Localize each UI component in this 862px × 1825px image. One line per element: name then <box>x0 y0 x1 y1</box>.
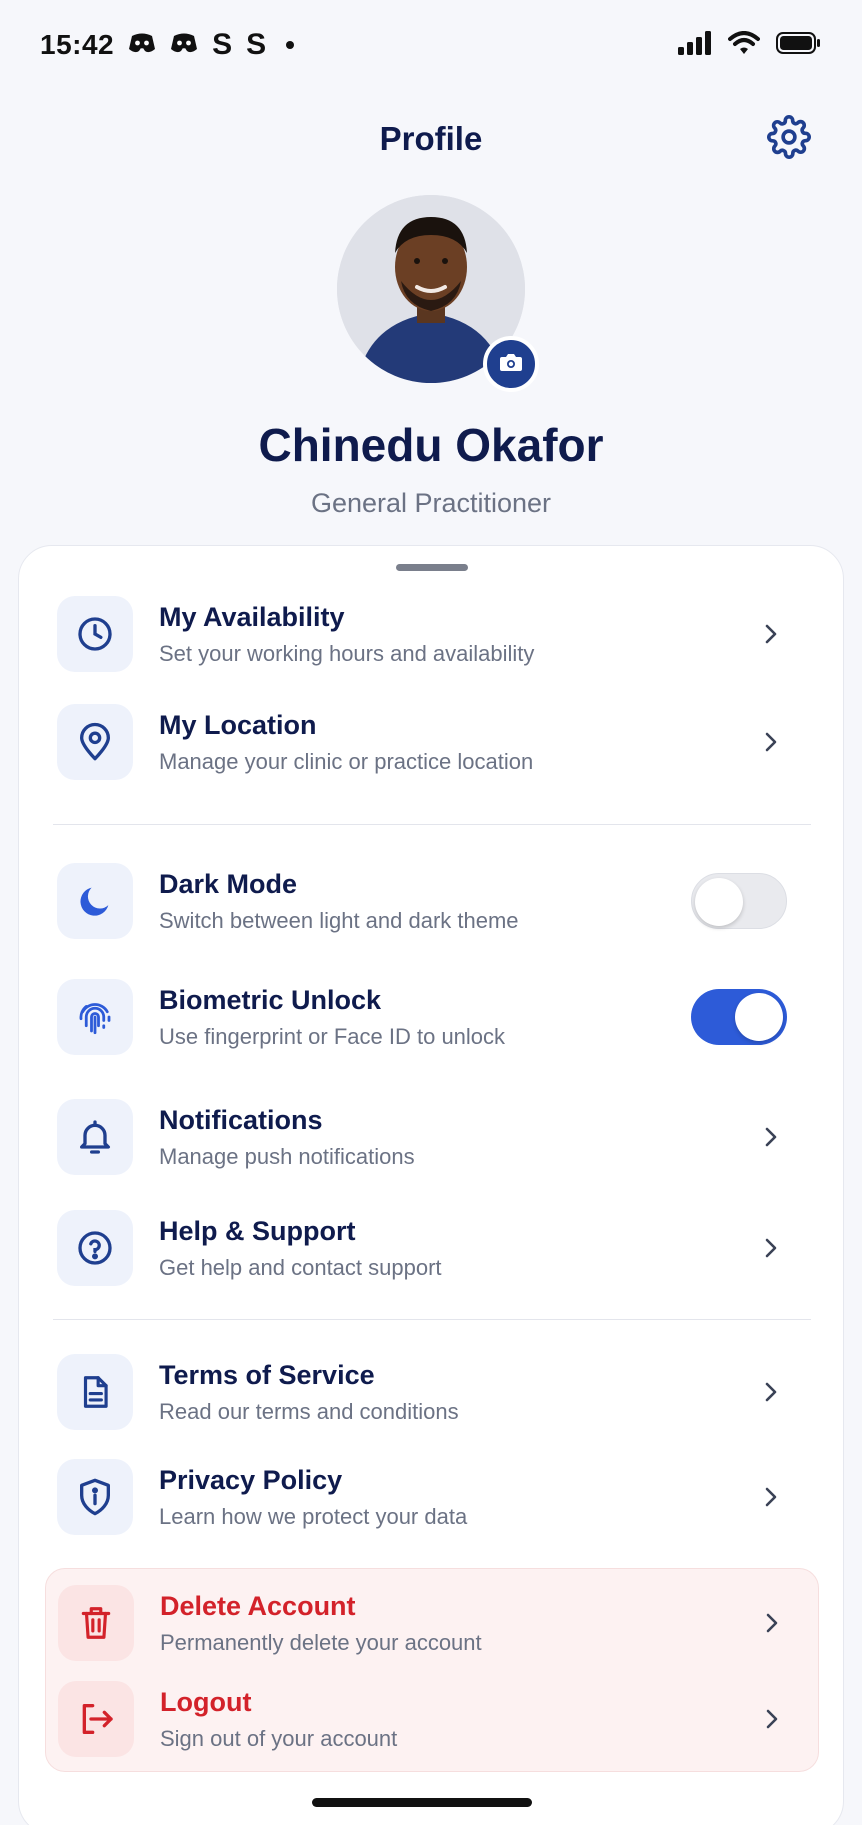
status-left: 15:42 S S <box>40 28 295 61</box>
status-right <box>678 30 822 60</box>
menu-item-title: My Location <box>159 709 317 740</box>
chevron-right-icon <box>751 722 791 762</box>
status-time: 15:42 <box>40 29 115 60</box>
biometric-toggle[interactable] <box>691 989 787 1045</box>
menu-item-text: Privacy Policy Learn how we protect your… <box>159 1464 751 1531</box>
settings-sheet: My Availability Set your working hours a… <box>18 545 844 1825</box>
chevron-right-icon <box>752 1603 792 1643</box>
wifi-icon <box>728 30 760 60</box>
s-app-icon: S <box>212 28 233 61</box>
section-divider <box>53 824 811 825</box>
status-bar: 15:42 S S <box>0 0 862 90</box>
menu-item-dark-mode[interactable]: Dark Mode Switch between light and dark … <box>57 853 809 949</box>
more-notifications-dot <box>286 41 295 49</box>
header: Profile <box>0 100 862 180</box>
menu-item-title: Logout <box>160 1686 252 1717</box>
menu-item-title: Delete Account <box>160 1590 356 1621</box>
profile-role: General Practitioner <box>310 488 552 518</box>
menu-item-title: Dark Mode <box>159 868 298 899</box>
battery-icon <box>776 31 822 60</box>
menu-item-text: My Location Manage your clinic or practi… <box>159 709 751 776</box>
s-app-icon: S <box>246 28 267 61</box>
menu-item-subtitle: Switch between light and dark theme <box>159 908 519 933</box>
discord-icon <box>170 32 198 59</box>
chevron-right-icon <box>751 614 791 654</box>
menu-item-subtitle: Permanently delete your account <box>160 1630 482 1655</box>
chevron-right-icon <box>751 1372 791 1412</box>
menu-item-logout[interactable]: Logout Sign out of your account <box>58 1671 810 1767</box>
menu-item-title: Terms of Service <box>159 1359 375 1390</box>
chevron-right-icon <box>752 1699 792 1739</box>
menu-item-notifications[interactable]: Notifications Manage push notifications <box>57 1089 809 1185</box>
clock-icon <box>57 596 133 672</box>
camera-icon <box>499 351 523 378</box>
menu-item-text: Dark Mode Switch between light and dark … <box>159 868 691 935</box>
settings-button[interactable] <box>764 114 814 164</box>
chevron-right-icon <box>751 1477 791 1517</box>
change-photo-button[interactable] <box>483 336 539 392</box>
menu-item-title: Help & Support <box>159 1215 356 1246</box>
menu-item-subtitle: Manage push notifications <box>159 1144 415 1169</box>
menu-item-text: Help & Support Get help and contact supp… <box>159 1215 751 1282</box>
bell-icon <box>57 1099 133 1175</box>
menu-item-location[interactable]: My Location Manage your clinic or practi… <box>57 694 809 790</box>
menu-item-title: Privacy Policy <box>159 1464 343 1495</box>
menu-item-subtitle: Learn how we protect your data <box>159 1504 468 1529</box>
chevron-right-icon <box>751 1228 791 1268</box>
menu-item-title: Notifications <box>159 1104 323 1135</box>
menu-item-subtitle: Sign out of your account <box>160 1726 398 1751</box>
menu-item-subtitle: Get help and contact support <box>159 1255 442 1280</box>
menu-item-text: Biometric Unlock Use fingerprint or Face… <box>159 984 691 1051</box>
menu-item-subtitle: Use fingerprint or Face ID to unlock <box>159 1024 506 1049</box>
signal-icon <box>678 30 712 60</box>
page-title: Profile <box>379 120 483 157</box>
logout-icon <box>58 1681 134 1757</box>
menu-item-text: My Availability Set your working hours a… <box>159 601 751 668</box>
question-icon <box>57 1210 133 1286</box>
menu-item-text: Terms of Service Read our terms and cond… <box>159 1359 751 1426</box>
menu-item-terms[interactable]: Terms of Service Read our terms and cond… <box>57 1344 809 1440</box>
menu-item-title: My Availability <box>159 601 345 632</box>
document-icon <box>57 1354 133 1430</box>
menu-item-subtitle: Manage your clinic or practice location <box>159 749 534 774</box>
discord-icon <box>128 32 156 59</box>
sheet-handle[interactable] <box>396 564 468 571</box>
shield-icon <box>57 1459 133 1535</box>
section-divider <box>53 1319 811 1320</box>
menu-item-availability[interactable]: My Availability Set your working hours a… <box>57 586 809 682</box>
toggle-knob <box>695 878 743 926</box>
menu-item-privacy[interactable]: Privacy Policy Learn how we protect your… <box>57 1449 809 1545</box>
menu-item-biometric[interactable]: Biometric Unlock Use fingerprint or Face… <box>57 969 809 1065</box>
menu-item-text: Notifications Manage push notifications <box>159 1104 751 1171</box>
menu-item-text: Logout Sign out of your account <box>160 1686 752 1753</box>
chevron-right-icon <box>751 1117 791 1157</box>
trash-icon <box>58 1585 134 1661</box>
dark-mode-toggle[interactable] <box>691 873 787 929</box>
home-indicator[interactable] <box>312 1798 532 1807</box>
menu-item-title: Biometric Unlock <box>159 984 382 1015</box>
menu-item-delete-account[interactable]: Delete Account Permanently delete your a… <box>58 1575 810 1671</box>
danger-zone: Delete Account Permanently delete your a… <box>45 1568 819 1772</box>
menu-item-help[interactable]: Help & Support Get help and contact supp… <box>57 1200 809 1296</box>
location-pin-icon <box>57 704 133 780</box>
menu-item-subtitle: Set your working hours and availability <box>159 641 535 666</box>
gear-icon <box>767 114 811 164</box>
moon-icon <box>57 863 133 939</box>
menu-item-text: Delete Account Permanently delete your a… <box>160 1590 752 1657</box>
profile-name: Chinedu Okafor <box>258 419 604 471</box>
toggle-knob <box>735 993 783 1041</box>
fingerprint-icon <box>57 979 133 1055</box>
menu-item-subtitle: Read our terms and conditions <box>159 1399 459 1424</box>
avatar-container <box>337 195 539 392</box>
